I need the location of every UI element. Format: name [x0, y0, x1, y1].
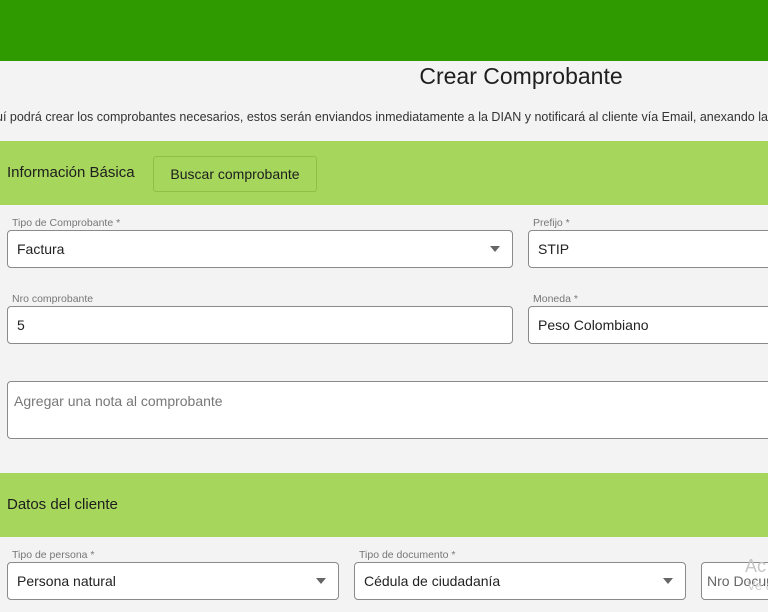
dropdown-arrow-icon	[490, 246, 500, 252]
currency-value: Peso Colombiano	[538, 317, 649, 333]
voucher-number-label: Nro comprobante	[12, 293, 94, 305]
top-bar	[0, 0, 768, 61]
voucher-type-label: Tipo de Comprobante *	[12, 217, 121, 229]
client-data-title: Datos del cliente	[7, 496, 118, 513]
activation-watermark-sub: Ve a	[747, 578, 768, 593]
voucher-number-field[interactable]: 5	[7, 306, 513, 344]
currency-label: Moneda *	[533, 293, 578, 305]
voucher-type-value: Factura	[17, 241, 65, 257]
page-title: Crear Comprobante	[419, 63, 623, 89]
basic-info-title: Información Básica	[7, 164, 135, 181]
dropdown-arrow-icon	[663, 578, 673, 584]
person-type-label: Tipo de persona *	[12, 549, 95, 561]
prefix-field[interactable]: STIP	[528, 230, 768, 268]
note-placeholder: Agregar una nota al comprobante	[14, 393, 223, 409]
currency-field[interactable]: Peso Colombiano	[528, 306, 768, 344]
voucher-type-select[interactable]: Factura	[7, 230, 513, 268]
person-type-value: Persona natural	[17, 573, 116, 589]
document-type-value: Cédula de ciudadanía	[364, 573, 501, 589]
document-type-label: Tipo de documento *	[359, 549, 456, 561]
voucher-number-value: 5	[17, 317, 25, 333]
prefix-value: STIP	[538, 241, 570, 257]
dropdown-arrow-icon	[316, 578, 326, 584]
note-textarea[interactable]: Agregar una nota al comprobante	[7, 381, 768, 439]
intro-text: uí podrá crear los comprobantes necesari…	[0, 110, 768, 124]
prefix-label: Prefijo *	[533, 217, 570, 229]
search-voucher-button[interactable]: Buscar comprobante	[153, 156, 317, 192]
activation-watermark: Ac	[745, 556, 767, 576]
person-type-select[interactable]: Persona natural	[7, 562, 339, 600]
document-type-select[interactable]: Cédula de ciudadanía	[354, 562, 686, 600]
